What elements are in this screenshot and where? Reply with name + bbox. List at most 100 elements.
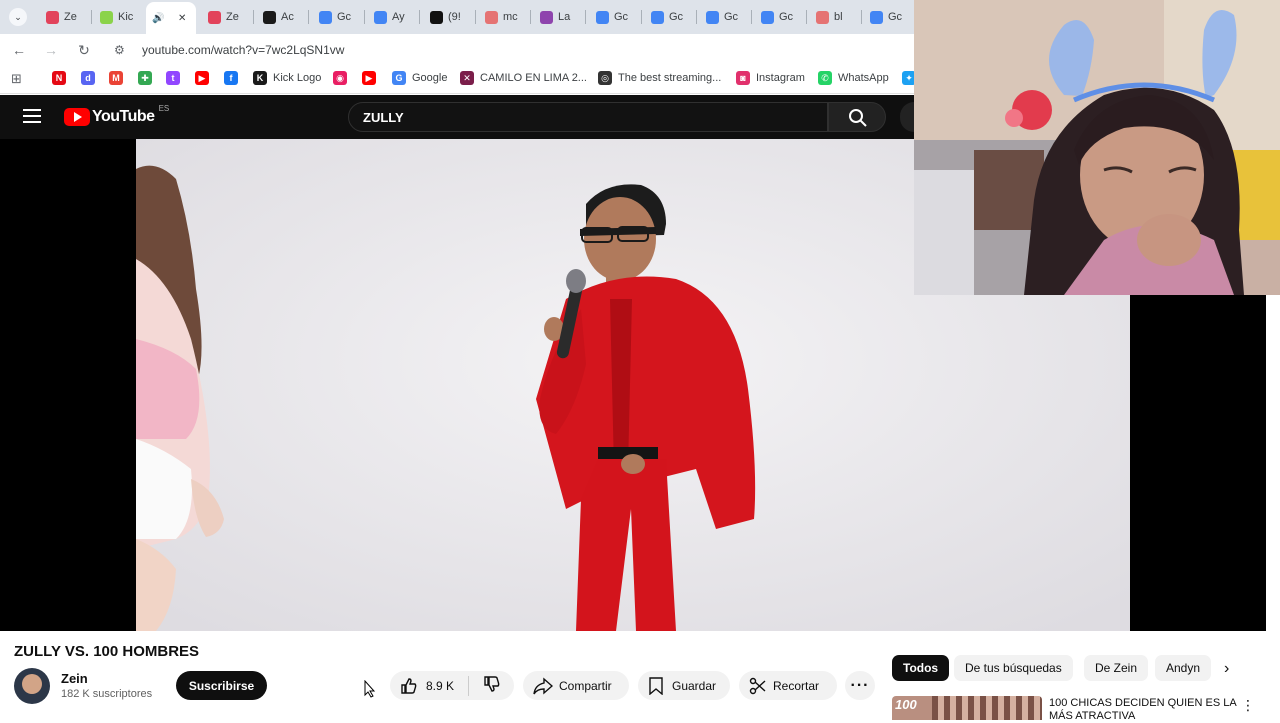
- tab-11[interactable]: Gc: [645, 4, 695, 30]
- chevron-right-icon[interactable]: ›: [1224, 660, 1229, 678]
- subscribe-button[interactable]: Suscribirse: [176, 671, 267, 700]
- tab-label: bl: [834, 11, 843, 23]
- google-icon: G: [392, 71, 406, 85]
- video-title: ZULLY VS. 100 HOMBRES: [14, 643, 200, 660]
- tab-15[interactable]: Gc: [864, 4, 914, 30]
- tab-12[interactable]: Gc: [700, 4, 750, 30]
- tab-separator: [91, 10, 92, 24]
- tab-separator: [253, 10, 254, 24]
- tab-separator: [308, 10, 309, 24]
- tab-4[interactable]: Ac: [257, 4, 307, 30]
- reload-icon[interactable]: ↻: [74, 40, 94, 60]
- kick-favicon: [540, 10, 553, 24]
- url-text: youtube.com/watch?v=7wc2LqSN1vw: [142, 43, 345, 57]
- search-query: ZULLY: [363, 109, 404, 125]
- channel-name[interactable]: Zein: [61, 671, 88, 686]
- search-input[interactable]: ZULLY: [348, 102, 828, 132]
- tab-label: (9!: [448, 11, 461, 23]
- tab-2[interactable]: 🔊 ✕: [146, 2, 196, 34]
- tab-6[interactable]: Ay: [368, 4, 418, 30]
- chip-andyn[interactable]: Andyn: [1155, 655, 1211, 681]
- bookmark-6[interactable]: f: [224, 71, 244, 85]
- puzzle-icon: ✚: [138, 71, 152, 85]
- bookmark-4[interactable]: t: [166, 71, 186, 85]
- tab-14[interactable]: bl: [810, 4, 860, 30]
- share-button[interactable]: Compartir: [523, 671, 629, 700]
- tab-7[interactable]: (9!: [424, 4, 474, 30]
- recommended-title[interactable]: 100 CHICAS DECIDEN QUIEN ES LA MÁS ATRAC…: [1049, 697, 1239, 723]
- bookmark-label: WhatsApp: [838, 72, 889, 84]
- search-button[interactable]: [828, 102, 886, 132]
- chip-from-searches[interactable]: De tus búsquedas: [954, 655, 1073, 681]
- back-arrow-icon[interactable]: ←: [9, 40, 29, 60]
- dislike-button[interactable]: [469, 675, 501, 696]
- bookmark-label: Kick Logo: [273, 72, 322, 84]
- apps-grid-icon[interactable]: ⊞: [11, 71, 22, 87]
- subscriber-count: 182 K suscriptores: [61, 688, 153, 700]
- like-button[interactable]: 8.9 K: [390, 677, 468, 695]
- bookmark-2[interactable]: M: [109, 71, 129, 85]
- chip-from-channel[interactable]: De Zein: [1084, 655, 1149, 681]
- tab-10[interactable]: Gc: [590, 4, 640, 30]
- bookmark-11[interactable]: ✕ CAMILO EN LIMA 2...: [460, 71, 587, 85]
- tab-search-chevron-icon[interactable]: ⌄: [9, 8, 27, 26]
- tab-0[interactable]: Ze: [40, 4, 90, 30]
- bookmark-3[interactable]: ✚: [138, 71, 158, 85]
- tab-1[interactable]: Kic: [94, 4, 144, 30]
- bookmark-7[interactable]: K Kick Logo: [253, 71, 321, 85]
- x-icon: ✕: [460, 71, 474, 85]
- google-favicon: [319, 10, 332, 24]
- zein-favicon: [46, 10, 59, 24]
- bookmark-14[interactable]: ✆ WhatsApp: [818, 71, 889, 85]
- chip-all[interactable]: Todos: [892, 655, 950, 681]
- thumbs-up-icon: [401, 677, 417, 694]
- forward-arrow-icon[interactable]: →: [41, 40, 61, 60]
- google-favicon: [870, 10, 883, 24]
- tab-8[interactable]: mc: [479, 4, 529, 30]
- bookmark-9[interactable]: ▶: [362, 71, 382, 85]
- google-favicon: [374, 10, 387, 24]
- webcam-feed: [914, 0, 1280, 295]
- youtube-logo[interactable]: YouTube ES: [64, 104, 169, 126]
- save-button[interactable]: Guardar: [638, 671, 730, 700]
- save-label: Guardar: [672, 678, 717, 693]
- tab-label: La: [558, 11, 571, 23]
- webcam-overlay: [914, 0, 1280, 295]
- tab-label: Gc: [614, 11, 629, 23]
- close-icon[interactable]: ✕: [178, 13, 186, 24]
- tab-label: Ze: [226, 11, 239, 23]
- search-icon: [849, 109, 867, 127]
- tab-label: mc: [503, 11, 518, 23]
- site-info-icon[interactable]: ⚙: [114, 43, 130, 57]
- bookmark-label: Google: [412, 72, 448, 84]
- tab-separator: [364, 10, 365, 24]
- youtube-logo-text: YouTube: [92, 108, 155, 125]
- tab-9[interactable]: La: [534, 4, 584, 30]
- tab-5[interactable]: Gc: [313, 4, 363, 30]
- bookmarks-bar: ⊞ Nd M ✚ t ▶ f K Kick Logo ◉ ▶ G Google ✕ CAMILO EN L…: [0, 64, 916, 94]
- bookmark-10[interactable]: G Google: [392, 71, 447, 85]
- kebab-menu-icon[interactable]: ⋮: [1241, 697, 1255, 714]
- tab-label: Gc: [669, 11, 684, 23]
- tab-13[interactable]: Gc: [755, 4, 805, 30]
- youtube-play-icon: [64, 108, 90, 126]
- recommended-thumbnail[interactable]: 100: [892, 696, 1042, 720]
- clip-button[interactable]: Recortar: [739, 671, 837, 700]
- bookmark-8[interactable]: ◉: [333, 71, 353, 85]
- url-input[interactable]: ⚙ youtube.com/watch?v=7wc2LqSN1vw: [108, 38, 908, 62]
- kick-favicon: [100, 10, 113, 24]
- tab-separator: [475, 10, 476, 24]
- bookmark-0[interactable]: N: [52, 71, 72, 85]
- mouse-cursor-icon: [364, 679, 376, 703]
- bookmark-1[interactable]: d: [81, 71, 101, 85]
- channel-avatar[interactable]: [14, 668, 50, 704]
- bookmark-13[interactable]: ◙ Instagram: [736, 71, 805, 85]
- bookmark-12[interactable]: ◎ The best streaming...: [598, 71, 721, 85]
- hamburger-menu-icon[interactable]: [23, 109, 41, 123]
- tab-label: Gc: [888, 11, 903, 23]
- more-actions-button[interactable]: ···: [845, 671, 875, 700]
- thumbs-down-icon: [484, 676, 500, 692]
- tab-separator: [530, 10, 531, 24]
- tab-3[interactable]: Ze: [202, 4, 252, 30]
- bookmark-5[interactable]: ▶: [195, 71, 215, 85]
